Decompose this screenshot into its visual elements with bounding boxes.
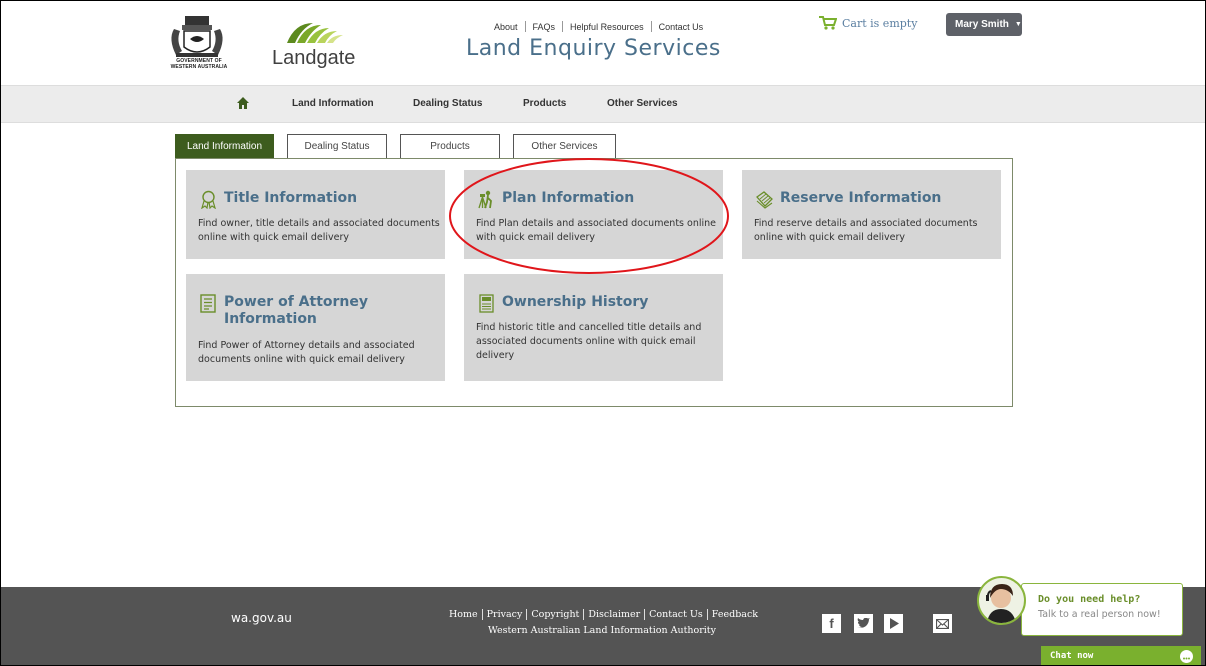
chat-help-card[interactable]: Do you need help? Talk to a real person … [1021,583,1183,636]
youtube-icon[interactable] [884,614,903,633]
cart-status: Cart is empty [842,16,918,30]
footer-link-privacy[interactable]: Privacy [487,609,523,620]
gov-logo-text: GOVERNMENT OF WESTERN AUSTRALIA [164,58,234,70]
divider [706,609,708,620]
cart-link[interactable]: Cart is empty [819,16,917,30]
top-links: About FAQs Helpful Resources Contact Us [487,21,710,32]
landgate-brand[interactable]: Landgate [272,47,355,70]
top-link-helpful-resources[interactable]: Helpful Resources [563,22,651,32]
footer-links: Home Privacy Copyright Disclaimer Contac… [449,609,758,620]
chat-now-bar[interactable]: Chat now [1041,646,1201,665]
email-icon[interactable] [933,614,952,633]
twitter-icon[interactable] [854,614,873,633]
map-icon [756,191,773,209]
chat-bubble-icon [1180,650,1193,663]
chat-now-label: Chat now [1050,651,1094,661]
footer-link-copyright[interactable]: Copyright [531,609,579,620]
user-menu-button[interactable]: Mary Smith ▼ [946,13,1022,36]
card-power-of-attorney[interactable]: Power of Attorney Information Find Power… [186,274,445,381]
chat-subtitle: Talk to a real person now! [1038,609,1161,620]
card-title: Ownership History [502,294,649,310]
card-title-information[interactable]: Title Information Find owner, title deta… [186,170,445,259]
document-list-icon [200,294,216,313]
card-description-line: associated documents online with quick e… [476,336,696,347]
tab-other-services[interactable]: Other Services [513,134,616,159]
highlight-ellipse [449,158,729,274]
tab-dealing-status[interactable]: Dealing Status [287,134,387,159]
divider [526,609,528,620]
footer-link-disclaimer[interactable]: Disclaimer [588,609,640,620]
card-title-line: Power of Attorney [224,294,368,310]
archive-icon [479,294,494,313]
card-ownership-history[interactable]: Ownership History Find historic title an… [464,274,723,381]
footer-link-contact-us[interactable]: Contact Us [649,609,703,620]
main-nav: Land Information Dealing Status Products… [1,85,1205,123]
header: GOVERNMENT OF WESTERN AUSTRALIA Landgate… [1,1,1205,85]
card-description-line: delivery [476,350,515,361]
card-description-line: documents online with quick email delive… [198,354,405,365]
card-title: Power of Attorney Information [224,294,368,328]
card-description: Find Power of Attorney details and assoc… [198,339,415,367]
wa-gov-link[interactable]: wa.gov.au [231,611,292,625]
nav-item-dealing-status[interactable]: Dealing Status [413,98,482,109]
user-name: Mary Smith [955,19,1009,30]
footer-authority: Western Australian Land Information Auth… [488,625,716,636]
nav-item-products[interactable]: Products [523,98,566,109]
card-description-line: Find historic title and cancelled title … [476,322,702,333]
top-link-about[interactable]: About [487,22,525,32]
card-title: Reserve Information [780,190,942,206]
ribbon-icon [201,190,216,209]
landgate-leaf-icon [285,21,345,49]
site-title: Land Enquiry Services [466,36,721,61]
card-description-line: Find owner, title details and associated… [198,218,440,229]
page-frame: GOVERNMENT OF WESTERN AUSTRALIA Landgate… [0,0,1206,666]
cart-icon [819,16,837,30]
nav-item-other-services[interactable]: Other Services [607,98,678,109]
footer-link-home[interactable]: Home [449,609,478,620]
nav-item-land-information[interactable]: Land Information [292,98,374,109]
divider [583,609,585,620]
chat-agent-avatar[interactable] [977,576,1026,625]
gov-logo-line: WESTERN AUSTRALIA [170,64,228,70]
tab-products[interactable]: Products [400,134,500,159]
card-description: Find reserve details and associated docu… [754,217,978,245]
card-description: Find historic title and cancelled title … [476,321,701,363]
card-description-line: Find Power of Attorney details and assoc… [198,340,415,351]
card-description-line: Find reserve details and associated docu… [754,218,978,229]
home-icon[interactable] [237,97,249,109]
card-description-line: online with quick email delivery [754,232,905,243]
divider [481,609,483,620]
caret-down-icon: ▼ [1014,21,1022,28]
facebook-icon[interactable]: f [822,614,841,633]
card-description-line: online with quick email delivery [198,232,349,243]
card-description: Find owner, title details and associated… [198,217,440,245]
tab-land-information[interactable]: Land Information [175,134,274,159]
chat-title: Do you need help? [1038,594,1141,605]
card-title: Title Information [224,190,358,206]
top-link-contact-us[interactable]: Contact Us [652,22,711,32]
divider [644,609,646,620]
card-reserve-information[interactable]: Reserve Information Find reserve details… [742,170,1001,259]
footer-link-feedback[interactable]: Feedback [712,609,758,620]
card-title-line: Information [224,311,317,327]
top-link-faqs[interactable]: FAQs [526,22,563,32]
